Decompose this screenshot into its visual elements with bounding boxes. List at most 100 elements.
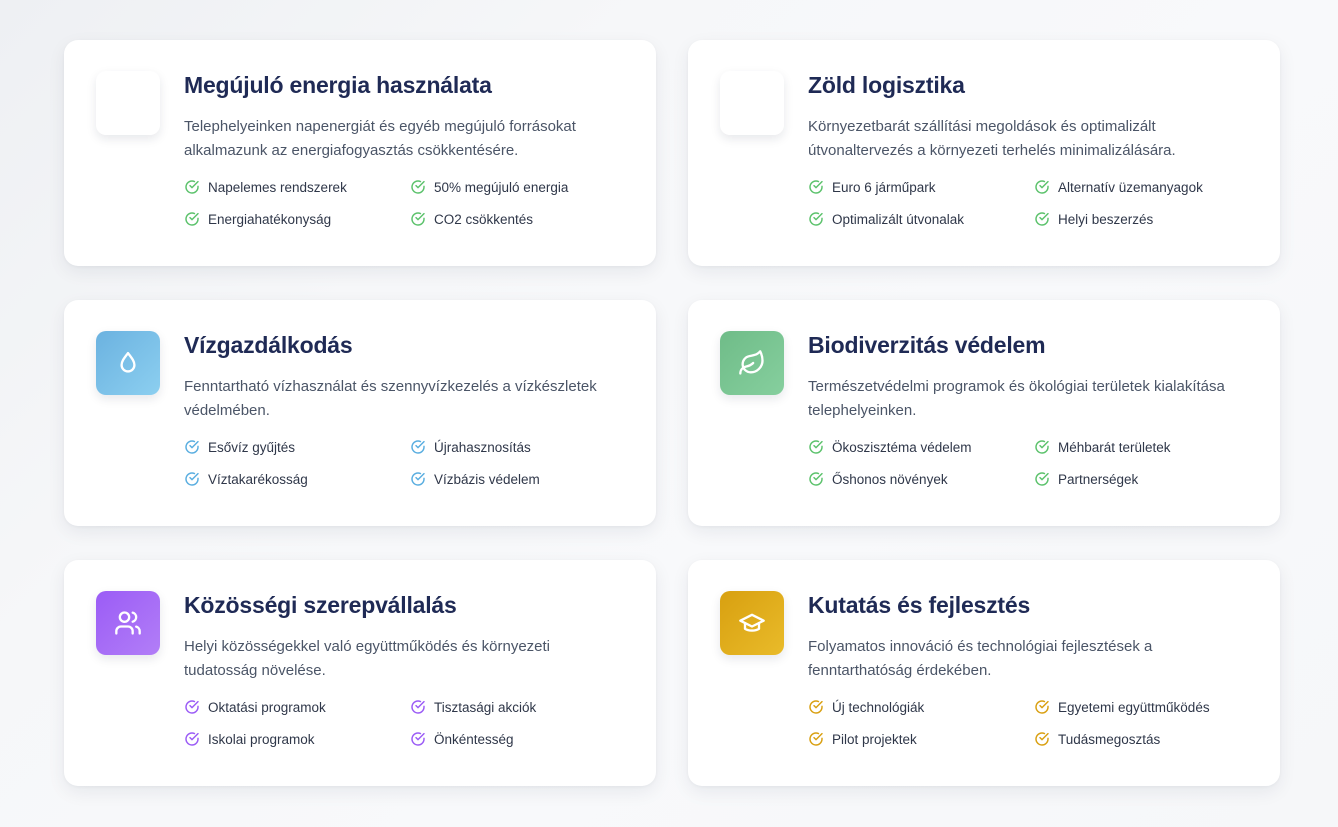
feature-list: Esővíz gyűjtés Újrahasznosítás Víztakaré… [184, 438, 644, 488]
check-circle-icon [411, 440, 425, 454]
card-water-management: Vízgazdálkodás Fenntartható vízhasználat… [64, 300, 656, 526]
feature-item: Tisztasági akciók [410, 698, 636, 716]
graduation-cap-icon [720, 591, 784, 655]
feature-item: Méhbarát területek [1034, 438, 1260, 456]
feature-label: 50% megújuló energia [434, 179, 569, 195]
feature-item: Tudásmegosztás [1034, 730, 1260, 748]
check-circle-icon [185, 472, 199, 486]
feature-label: Optimalizált útvonalak [832, 211, 965, 227]
feature-item: Partnerségek [1034, 470, 1260, 488]
blank-icon [96, 71, 160, 135]
feature-label: Oktatási programok [208, 699, 326, 715]
check-circle-icon [411, 472, 425, 486]
card-description: Helyi közösségekkel való együttműködés é… [184, 638, 551, 679]
feature-label: Tudásmegosztás [1058, 731, 1161, 747]
feature-item: Esővíz gyűjtés [184, 438, 410, 456]
feature-item: Önkéntesség [410, 730, 636, 748]
check-circle-icon [809, 732, 823, 746]
feature-list: Oktatási programok Tisztasági akciók Isk… [184, 698, 644, 748]
check-circle-icon [185, 180, 199, 194]
feature-label: Esővíz gyűjtés [208, 439, 296, 455]
feature-label: Ökoszisztéma védelem [832, 439, 972, 455]
leaf-icon [720, 331, 784, 395]
card-description: Természetvédelmi programok és ökológiai … [808, 378, 1225, 419]
check-circle-icon [1035, 440, 1049, 454]
card-community: Közösségi szerepvállalás Helyi közössége… [64, 560, 656, 786]
feature-item: Őshonos növények [808, 470, 1034, 488]
feature-item: Iskolai programok [184, 730, 410, 748]
check-circle-icon [809, 440, 823, 454]
check-circle-icon [411, 700, 425, 714]
feature-item: Vízbázis védelem [410, 470, 636, 488]
feature-label: Pilot projektek [832, 731, 917, 747]
card-title: Biodiverzitás védelem [808, 332, 1046, 358]
feature-label: Alternatív üzemanyagok [1058, 179, 1203, 195]
feature-label: Helyi beszerzés [1058, 211, 1154, 227]
feature-item: Oktatási programok [184, 698, 410, 716]
check-circle-icon [185, 212, 199, 226]
feature-item: Helyi beszerzés [1034, 210, 1260, 228]
users-icon [96, 591, 160, 655]
card-description: Környezetbarát szállítási megoldások és … [808, 118, 1176, 159]
feature-item: Új technológiák [808, 698, 1034, 716]
card-description: Telephelyeinken napenergiát és egyéb meg… [184, 118, 576, 159]
feature-list: Ökoszisztéma védelem Méhbarát területek … [808, 438, 1268, 488]
feature-label: Partnerségek [1058, 471, 1139, 487]
check-circle-icon [809, 700, 823, 714]
feature-label: Tisztasági akciók [434, 699, 537, 715]
card-title: Megújuló energia használata [184, 72, 492, 98]
check-circle-icon [1035, 180, 1049, 194]
feature-label: Önkéntesség [434, 731, 514, 747]
check-circle-icon [185, 700, 199, 714]
check-circle-icon [411, 212, 425, 226]
card-description: Folyamatos innováció és technológiai fej… [808, 638, 1153, 679]
check-circle-icon [809, 180, 823, 194]
check-circle-icon [411, 180, 425, 194]
card-title: Vízgazdálkodás [184, 332, 353, 358]
feature-label: Új technológiák [832, 699, 925, 715]
feature-label: Méhbarát területek [1058, 439, 1171, 455]
feature-label: Energiahatékonyság [208, 211, 332, 227]
feature-label: CO2 csökkentés [434, 211, 534, 227]
feature-item: CO2 csökkentés [410, 210, 636, 228]
water-drop-icon [96, 331, 160, 395]
check-circle-icon [185, 440, 199, 454]
feature-label: Őshonos növények [832, 471, 948, 487]
card-research-development: Kutatás és fejlesztés Folyamatos innovác… [688, 560, 1280, 786]
sustainability-grid: Megújuló energia használata Telephelyein… [64, 40, 1280, 786]
feature-item: Energiahatékonyság [184, 210, 410, 228]
feature-list: Euro 6 járműpark Alternatív üzemanyagok … [808, 178, 1268, 228]
feature-label: Újrahasznosítás [434, 439, 531, 455]
card-title: Zöld logisztika [808, 72, 965, 98]
feature-item: 50% megújuló energia [410, 178, 636, 196]
check-circle-icon [411, 732, 425, 746]
check-circle-icon [185, 732, 199, 746]
card-renewable-energy: Megújuló energia használata Telephelyein… [64, 40, 656, 266]
feature-item: Pilot projektek [808, 730, 1034, 748]
feature-item: Ökoszisztéma védelem [808, 438, 1034, 456]
feature-list: Új technológiák Egyetemi együttműködés P… [808, 698, 1268, 748]
feature-label: Euro 6 járműpark [832, 179, 936, 195]
feature-label: Iskolai programok [208, 731, 315, 747]
feature-label: Víztakarékosság [208, 471, 308, 487]
feature-item: Alternatív üzemanyagok [1034, 178, 1260, 196]
check-circle-icon [809, 472, 823, 486]
check-circle-icon [1035, 732, 1049, 746]
card-green-logistics: Zöld logisztika Környezetbarát szállítás… [688, 40, 1280, 266]
blank-icon [720, 71, 784, 135]
check-circle-icon [809, 212, 823, 226]
card-title: Közösségi szerepvállalás [184, 592, 457, 618]
card-title: Kutatás és fejlesztés [808, 592, 1031, 618]
feature-label: Vízbázis védelem [434, 471, 540, 487]
check-circle-icon [1035, 700, 1049, 714]
feature-list: Napelemes rendszerek 50% megújuló energi… [184, 178, 644, 228]
card-biodiversity: Biodiverzitás védelem Természetvédelmi p… [688, 300, 1280, 526]
feature-item: Napelemes rendszerek [184, 178, 410, 196]
feature-label: Egyetemi együttműködés [1058, 699, 1210, 715]
feature-item: Egyetemi együttműködés [1034, 698, 1260, 716]
check-circle-icon [1035, 472, 1049, 486]
feature-label: Napelemes rendszerek [208, 179, 347, 195]
feature-item: Újrahasznosítás [410, 438, 636, 456]
feature-item: Optimalizált útvonalak [808, 210, 1034, 228]
card-description: Fenntartható vízhasználat és szennyvízke… [184, 378, 597, 419]
